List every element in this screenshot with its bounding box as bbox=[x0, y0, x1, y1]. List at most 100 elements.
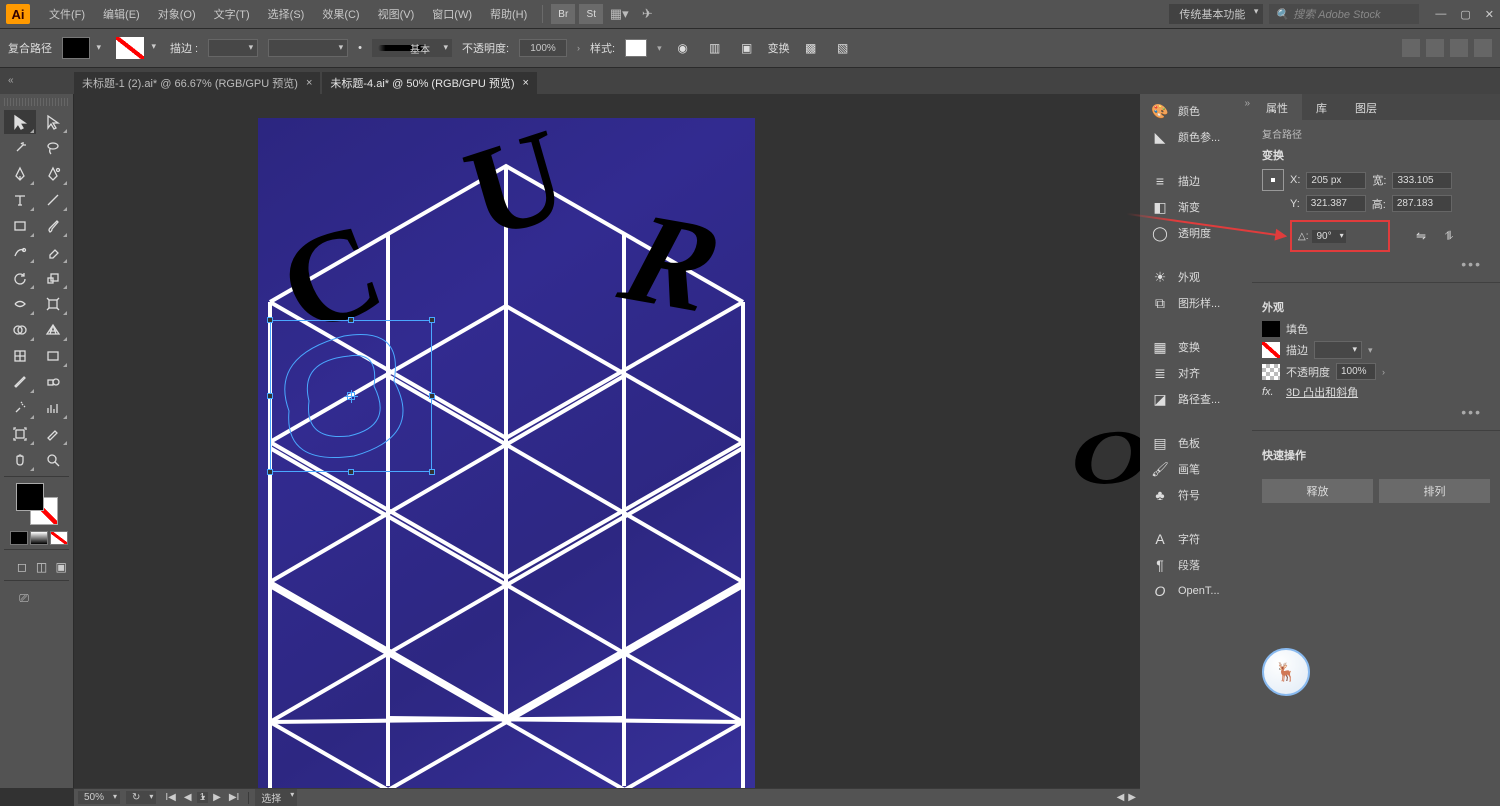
tool-eyedropper[interactable] bbox=[4, 370, 36, 394]
tool-rectangle[interactable] bbox=[4, 214, 36, 238]
panel-color-guide[interactable]: ◣颜色参... bbox=[1142, 124, 1250, 150]
tool-mesh[interactable] bbox=[4, 344, 36, 368]
align-icon[interactable]: ▥ bbox=[704, 37, 726, 59]
x-input[interactable]: 205 px bbox=[1306, 172, 1366, 189]
tool-line-segment[interactable] bbox=[38, 188, 70, 212]
panel-color[interactable]: 🎨颜色 bbox=[1142, 98, 1250, 124]
shape-icon[interactable]: ▣ bbox=[736, 37, 758, 59]
panel-pathfinder[interactable]: ◪路径查... bbox=[1142, 386, 1250, 412]
menu-select[interactable]: 选择(S) bbox=[261, 2, 312, 26]
stroke-color-swatch[interactable] bbox=[116, 37, 144, 59]
tool-curvature[interactable] bbox=[38, 162, 70, 186]
tool-shaper[interactable] bbox=[4, 240, 36, 264]
menu-object[interactable]: 对象(O) bbox=[151, 2, 203, 26]
panel-gradient[interactable]: ◧渐变 bbox=[1142, 194, 1250, 220]
fill-stroke-color[interactable] bbox=[16, 483, 58, 525]
tool-gradient[interactable] bbox=[38, 344, 70, 368]
document-tab-2[interactable]: 未标题-4.ai* @ 50% (RGB/GPU 预览) × bbox=[322, 72, 537, 94]
brush-definition-dropdown[interactable]: 基本 bbox=[372, 39, 452, 57]
stroke-weight-field[interactable] bbox=[1314, 341, 1362, 359]
stroke-weight-dropdown[interactable] bbox=[208, 39, 258, 57]
panel-toggle-icon-2[interactable] bbox=[1426, 39, 1444, 57]
recolor-artwork-icon[interactable]: ◉ bbox=[672, 37, 694, 59]
isolate-icon[interactable]: ▩ bbox=[800, 37, 822, 59]
document-tab-1[interactable]: 未标题-1 (2).ai* @ 66.67% (RGB/GPU 预览) × bbox=[74, 72, 320, 94]
angle-input[interactable]: 90° bbox=[1312, 230, 1345, 243]
height-input[interactable]: 287.183 bbox=[1392, 195, 1452, 212]
tool-width[interactable] bbox=[4, 292, 36, 316]
tool-eraser[interactable] bbox=[38, 240, 70, 264]
panel-appearance[interactable]: ☀外观 bbox=[1142, 264, 1250, 290]
draw-mode-normal-icon[interactable]: ◻ bbox=[14, 558, 30, 576]
panel-align[interactable]: ≣对齐 bbox=[1142, 360, 1250, 386]
tool-paintbrush[interactable] bbox=[38, 214, 70, 238]
more-appearance-icon[interactable]: ••• bbox=[1262, 404, 1490, 420]
reference-point-icon[interactable] bbox=[1262, 169, 1284, 191]
fx-3d-extrude[interactable]: 3D 凸出和斜角 bbox=[1286, 384, 1358, 400]
scroll-left-icon[interactable]: ◀ bbox=[1117, 792, 1125, 803]
tool-zoom[interactable] bbox=[38, 448, 70, 472]
graphic-style-swatch[interactable] bbox=[625, 39, 647, 57]
flip-horizontal-icon[interactable]: ⇋ bbox=[1410, 225, 1432, 247]
canvas[interactable]: C U R O bbox=[74, 94, 1140, 788]
tool-artboard[interactable] bbox=[4, 422, 36, 446]
more-transform-icon[interactable]: ••• bbox=[1262, 256, 1490, 272]
search-adobe-stock[interactable]: 🔍 搜索 Adobe Stock bbox=[1269, 4, 1419, 24]
tab-1-close-icon[interactable]: × bbox=[306, 77, 312, 89]
width-input[interactable]: 333.105 bbox=[1392, 172, 1452, 189]
flip-vertical-icon[interactable]: ⥮ bbox=[1438, 225, 1460, 247]
y-input[interactable]: 321.387 bbox=[1306, 195, 1366, 212]
edit-icon[interactable]: ▧ bbox=[832, 37, 854, 59]
tool-slice[interactable] bbox=[38, 422, 70, 446]
screen-mode-icon[interactable]: ⎚ bbox=[14, 589, 34, 607]
tool-pen[interactable] bbox=[4, 162, 36, 186]
bridge-button[interactable]: Br bbox=[551, 4, 575, 24]
color-mode-gradient[interactable] bbox=[30, 531, 48, 545]
menu-edit[interactable]: 编辑(E) bbox=[96, 2, 147, 26]
status-tool[interactable]: 选择 bbox=[255, 789, 297, 806]
stroke-width-profile-dropdown[interactable] bbox=[268, 39, 348, 57]
collapse-icon[interactable]: « bbox=[8, 75, 20, 87]
tab-properties[interactable]: 属性 bbox=[1252, 94, 1302, 120]
tab-2-close-icon[interactable]: × bbox=[523, 77, 529, 89]
tool-direct-selection[interactable] bbox=[38, 110, 70, 134]
transform-label[interactable]: 变换 bbox=[768, 40, 790, 56]
tool-lasso[interactable] bbox=[38, 136, 70, 160]
close-button[interactable]: ✕ bbox=[1485, 8, 1494, 21]
tab-library[interactable]: 库 bbox=[1302, 94, 1341, 120]
color-mode-none[interactable] bbox=[50, 531, 68, 545]
tool-hand[interactable] bbox=[4, 448, 36, 472]
workspace-switcher[interactable]: 传统基本功能 bbox=[1169, 4, 1263, 24]
maximize-button[interactable]: ▢ bbox=[1460, 8, 1470, 21]
panel-transform[interactable]: ▦变换 bbox=[1142, 334, 1250, 360]
tool-type[interactable] bbox=[4, 188, 36, 212]
release-button[interactable]: 释放 bbox=[1262, 479, 1373, 503]
panel-character[interactable]: A字符 bbox=[1142, 526, 1250, 552]
panel-toggle-icon-1[interactable] bbox=[1402, 39, 1420, 57]
panel-swatches[interactable]: ▤色板 bbox=[1142, 430, 1250, 456]
menu-view[interactable]: 视图(V) bbox=[371, 2, 422, 26]
tool-selection[interactable] bbox=[4, 110, 36, 134]
panel-toggle-icon-3[interactable] bbox=[1450, 39, 1468, 57]
tool-free-transform[interactable] bbox=[38, 292, 70, 316]
stroke-swatch[interactable] bbox=[1262, 342, 1280, 358]
draw-mode-inside-icon[interactable]: ▣ bbox=[53, 558, 69, 576]
scroll-right-icon[interactable]: ▶ bbox=[1128, 792, 1136, 803]
selection-bounding-box[interactable] bbox=[270, 320, 432, 472]
panel-symbols[interactable]: ♣符号 bbox=[1142, 482, 1250, 508]
panel-toggle-icon-4[interactable] bbox=[1474, 39, 1492, 57]
menu-file[interactable]: 文件(F) bbox=[42, 2, 92, 26]
panel-brushes[interactable]: 🖌画笔 bbox=[1142, 456, 1250, 482]
menu-help[interactable]: 帮助(H) bbox=[483, 2, 534, 26]
arrange-button[interactable]: 排列 bbox=[1379, 479, 1490, 503]
fill-color-swatch[interactable] bbox=[62, 37, 90, 59]
gpu-icon[interactable]: ✈ bbox=[635, 6, 659, 22]
fill-swatch[interactable] bbox=[1262, 321, 1280, 337]
panel-opentype[interactable]: OOpenT... bbox=[1142, 578, 1250, 604]
menu-type[interactable]: 文字(T) bbox=[207, 2, 257, 26]
artboard-number[interactable]: 1 bbox=[197, 792, 209, 803]
nav-prev-icon[interactable]: ◀ bbox=[181, 792, 195, 803]
tool-rotate[interactable] bbox=[4, 266, 36, 290]
nav-last-icon[interactable]: ▶I bbox=[226, 792, 242, 803]
panel-paragraph[interactable]: ¶段落 bbox=[1142, 552, 1250, 578]
